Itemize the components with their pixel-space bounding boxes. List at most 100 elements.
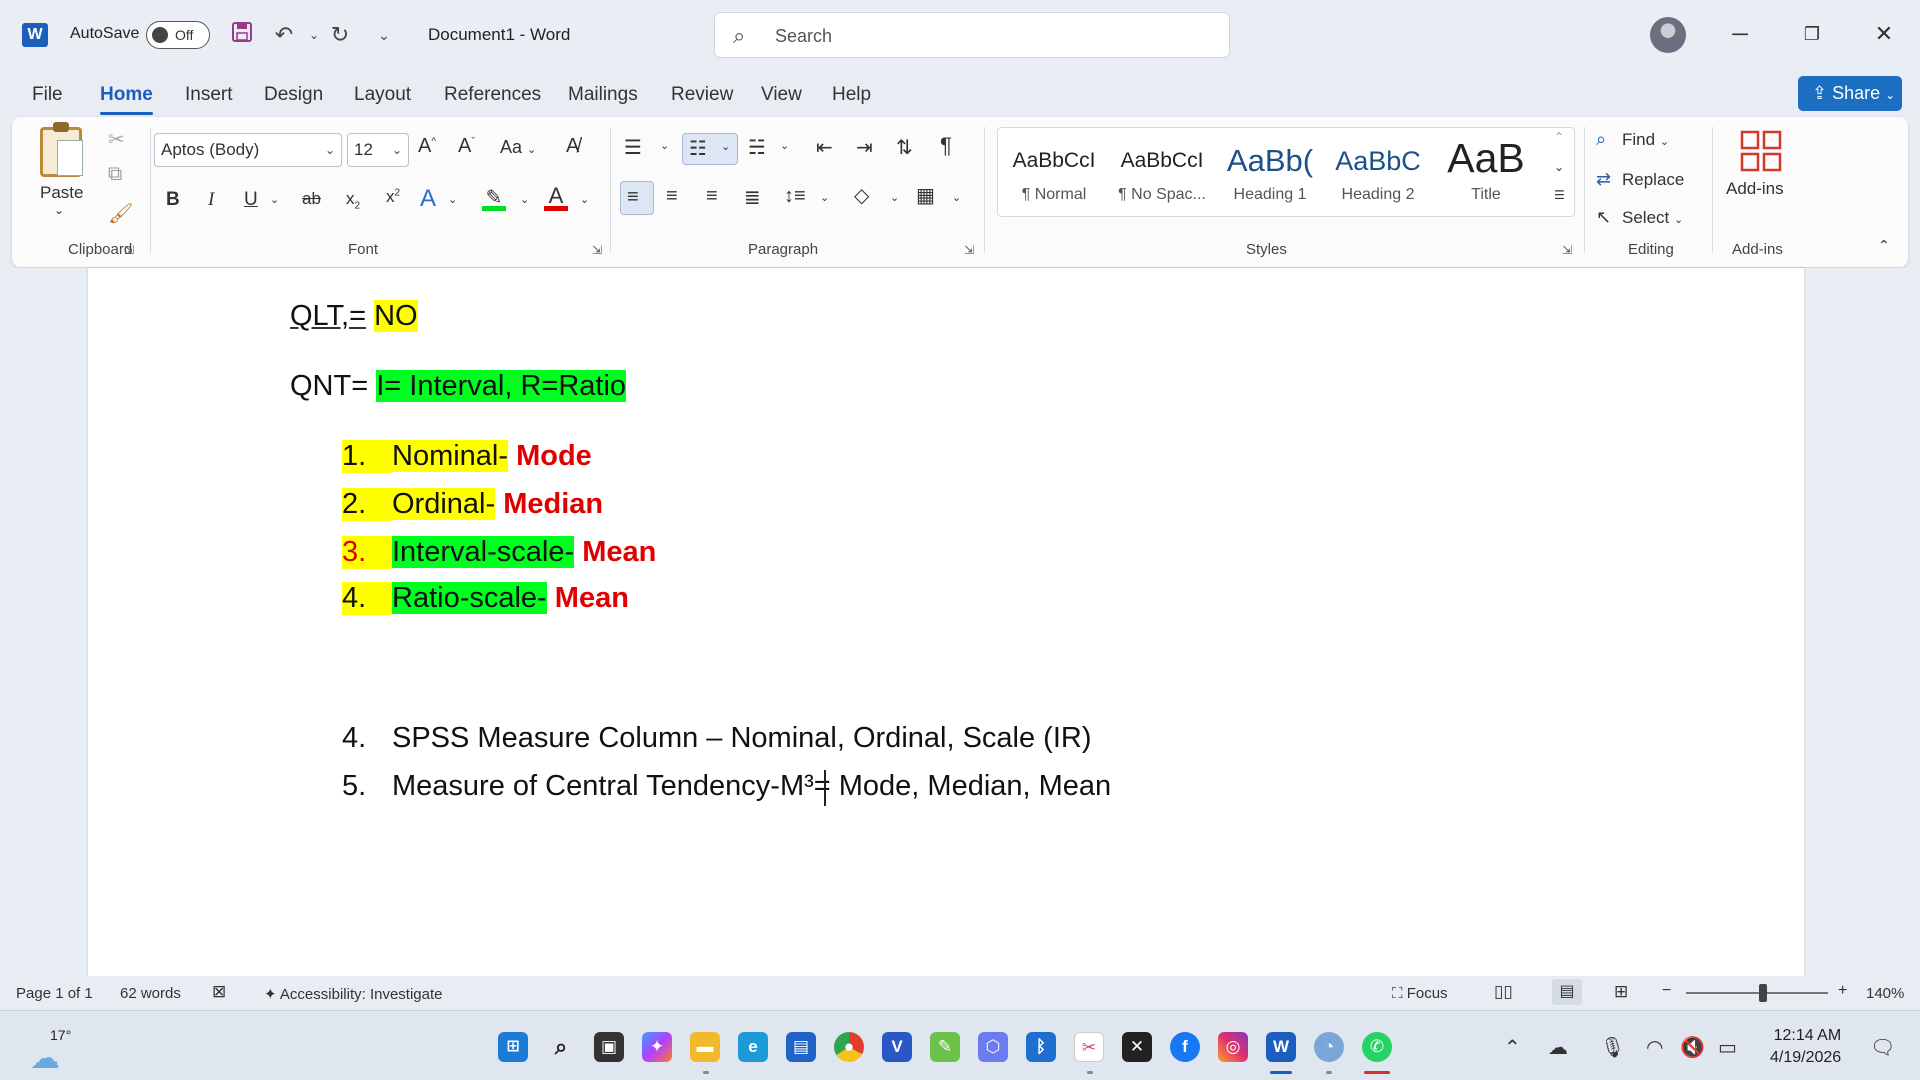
font-size-box[interactable]: 12 ⌄ <box>347 133 409 167</box>
copy-icon[interactable]: ⧉ <box>108 163 122 186</box>
chrome-icon[interactable]: ● <box>834 1032 864 1062</box>
style-heading-2[interactable]: AaBbC Heading 2 <box>1328 138 1428 212</box>
styles-more-icon[interactable]: ☰ <box>1554 188 1565 202</box>
style-normal[interactable]: AaBbCcI ¶ Normal <box>1004 138 1104 212</box>
style-title[interactable]: AaB Title <box>1436 138 1536 212</box>
focus-button[interactable]: ⛶ Focus <box>1392 985 1448 1002</box>
notifications-icon[interactable]: 🗨 <box>1870 1035 1895 1060</box>
replace-button[interactable]: ⇄ Replace <box>1596 169 1684 190</box>
volume-muted-icon[interactable]: 🔇 <box>1680 1035 1705 1060</box>
add-ins-label[interactable]: Add-ins <box>1726 179 1784 199</box>
microphone-icon[interactable]: 🎙 <box>1600 1035 1625 1060</box>
word-icon[interactable]: W <box>1266 1032 1296 1062</box>
vpn-icon[interactable]: V <box>882 1032 912 1062</box>
borders-icon[interactable]: ▦ <box>916 183 935 208</box>
font-color-dropdown-icon[interactable]: ⌄ <box>580 193 589 206</box>
store-icon[interactable]: ▤ <box>786 1032 816 1062</box>
highlight-dropdown-icon[interactable]: ⌄ <box>520 193 529 206</box>
style-no-spacing[interactable]: AaBbCcI ¶ No Spac... <box>1112 138 1212 212</box>
shrink-font-icon[interactable]: Aˇ <box>458 135 475 158</box>
tab-insert[interactable]: Insert <box>185 84 233 106</box>
paste-icon[interactable] <box>40 122 83 177</box>
highlight-color-icon[interactable]: ✎ <box>482 185 506 211</box>
print-layout-icon[interactable]: ▤ <box>1552 979 1582 1005</box>
font-launcher-icon[interactable]: ⇲ <box>592 243 602 257</box>
app-icon[interactable]: ⬡ <box>978 1032 1008 1062</box>
battery-icon[interactable]: ▭ <box>1718 1035 1737 1060</box>
italic-icon[interactable]: I <box>208 189 214 211</box>
clock[interactable]: 12:14 AM 4/19/2026 <box>1770 1025 1841 1069</box>
task-view-icon[interactable]: ▣ <box>594 1032 624 1062</box>
zoom-slider-track[interactable] <box>1686 992 1828 994</box>
undo-icon[interactable]: ↶ <box>270 20 298 50</box>
shading-dropdown-icon[interactable]: ⌄ <box>890 191 899 204</box>
subscript-icon[interactable]: x2 <box>346 189 360 211</box>
document-page[interactable]: QLT,= NO QNT= I= Interval, R=Ratio 1. Nom… <box>88 268 1804 976</box>
shading-icon[interactable]: ◇ <box>854 183 869 208</box>
line-spacing-dropdown-icon[interactable]: ⌄ <box>820 191 829 204</box>
styles-scroll-down-icon[interactable]: ⌄ <box>1554 160 1564 174</box>
sort-icon[interactable]: ⇅ <box>896 135 913 160</box>
underline-dropdown-icon[interactable]: ⌄ <box>270 193 279 206</box>
app-icon[interactable]: ◔ <box>1314 1032 1344 1062</box>
add-ins-icon[interactable] <box>1738 129 1784 175</box>
zoom-in-icon[interactable]: + <box>1838 982 1847 1000</box>
paste-dropdown-icon[interactable]: ⌄ <box>54 203 64 217</box>
clipboard-launcher-icon[interactable]: ⇲ <box>124 243 134 257</box>
whatsapp-icon[interactable]: ✆ <box>1362 1032 1392 1062</box>
search-icon[interactable]: ⌕ <box>546 1032 576 1062</box>
tab-layout[interactable]: Layout <box>354 84 411 106</box>
text-effects-dropdown-icon[interactable]: ⌄ <box>448 193 457 206</box>
minimize-icon[interactable]: ─ <box>1720 16 1760 52</box>
share-button[interactable]: ⇪ Share ⌄ <box>1798 76 1902 111</box>
word-count[interactable]: 62 words <box>120 985 181 1002</box>
avatar[interactable] <box>1650 17 1686 53</box>
edge-icon[interactable]: e <box>738 1032 768 1062</box>
justify-icon[interactable]: ≣ <box>744 185 761 210</box>
multilevel-dropdown-icon[interactable]: ⌄ <box>780 139 789 152</box>
green-app-icon[interactable]: ✎ <box>930 1032 960 1062</box>
save-icon[interactable] <box>228 20 256 50</box>
increase-indent-icon[interactable]: ⇥ <box>856 135 873 160</box>
read-mode-icon[interactable]: ▯▯ <box>1494 982 1513 1002</box>
undo-dropdown-icon[interactable]: ⌄ <box>300 20 328 50</box>
grow-font-icon[interactable]: A^ <box>418 135 436 158</box>
tab-mailings[interactable]: Mailings <box>568 84 638 106</box>
close-icon[interactable]: ✕ <box>1864 16 1904 52</box>
onedrive-icon[interactable]: ☁ <box>1548 1035 1568 1060</box>
decrease-indent-icon[interactable]: ⇤ <box>816 135 833 160</box>
text-effects-icon[interactable]: A <box>420 185 436 213</box>
strikethrough-icon[interactable]: ab <box>302 189 321 209</box>
restore-icon[interactable]: ❐ <box>1792 16 1832 52</box>
bold-icon[interactable]: B <box>166 189 180 211</box>
start-icon[interactable]: ⊞ <box>498 1032 528 1062</box>
bluetooth-icon[interactable]: ᛒ <box>1026 1032 1056 1062</box>
paragraph-launcher-icon[interactable]: ⇲ <box>964 243 974 257</box>
zoom-level[interactable]: 140% <box>1866 985 1904 1002</box>
accessibility-button[interactable]: ✦ Accessibility: Investigate <box>264 985 443 1003</box>
file-explorer-icon[interactable]: ▬ <box>690 1032 720 1062</box>
borders-dropdown-icon[interactable]: ⌄ <box>952 191 961 204</box>
tab-help[interactable]: Help <box>832 84 871 106</box>
styles-scroll-up-icon[interactable]: ⌃ <box>1554 130 1564 144</box>
multilevel-list-icon[interactable]: ☵ <box>748 135 766 160</box>
copilot-icon[interactable]: ✦ <box>642 1032 672 1062</box>
cut-icon[interactable]: ✂ <box>108 127 125 152</box>
align-center-icon[interactable]: ≡ <box>666 185 678 208</box>
instagram-icon[interactable]: ◎ <box>1218 1032 1248 1062</box>
autosave-toggle[interactable]: Off <box>146 21 210 49</box>
search-input[interactable]: ⌕ Search <box>714 12 1230 58</box>
find-button[interactable]: ⌕ Find ⌄ <box>1596 129 1669 150</box>
facebook-icon[interactable]: f <box>1170 1032 1200 1062</box>
align-right-icon[interactable]: ≡ <box>706 185 718 208</box>
page-count[interactable]: Page 1 of 1 <box>16 985 93 1002</box>
snipping-tool-icon[interactable]: ✂ <box>1074 1032 1104 1062</box>
styles-launcher-icon[interactable]: ⇲ <box>1562 243 1572 257</box>
tab-home[interactable]: Home <box>100 84 153 115</box>
underline-icon[interactable]: U <box>244 189 258 211</box>
bullets-dropdown-icon[interactable]: ⌄ <box>660 139 669 152</box>
collapse-ribbon-icon[interactable]: ⌃ <box>1878 237 1890 254</box>
redo-icon[interactable]: ↻ <box>326 20 354 50</box>
proofing-icon[interactable]: ⊠ <box>212 982 226 1002</box>
numbering-button[interactable]: ☷ ⌄ <box>682 133 738 165</box>
